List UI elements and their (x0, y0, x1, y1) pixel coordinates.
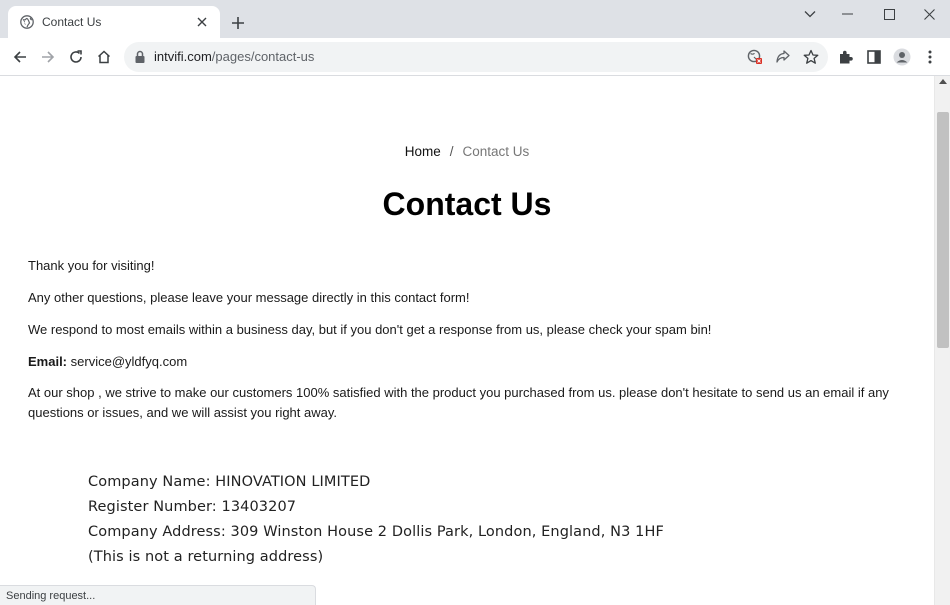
tab-strip: Contact Us (0, 0, 950, 38)
url-text: intvifi.com/pages/contact-us (154, 49, 314, 64)
email-address[interactable]: service@yldfyq.com (71, 354, 188, 369)
status-bubble: Sending request... (0, 585, 316, 605)
satisfaction-text-line2: questions or issues, and we will assist … (28, 405, 338, 420)
breadcrumb-home-link[interactable]: Home (405, 144, 441, 159)
maximize-icon[interactable] (875, 4, 903, 24)
company-address-note: (This is not a returning address) (88, 549, 324, 565)
page-viewport: Home / Contact Us Contact Us Thank you for… (0, 76, 934, 605)
browser-toolbar: intvifi.com/pages/contact-us (0, 38, 950, 76)
email-label: Email: (28, 354, 68, 369)
tab-title: Contact Us (42, 15, 102, 29)
questions-text: Any other questions, please leave your m… (28, 290, 470, 305)
globe-icon (20, 15, 34, 29)
extensions-icon[interactable] (834, 45, 858, 69)
share-icon[interactable] (772, 46, 794, 68)
company-register-number: Register Number: 13403207 (88, 499, 297, 515)
address-bar[interactable]: intvifi.com/pages/contact-us (124, 42, 828, 72)
breadcrumb: Home / Contact Us (0, 144, 934, 159)
page-title: Contact Us (382, 186, 552, 222)
vertical-scrollbar[interactable] (934, 76, 950, 605)
back-icon[interactable] (8, 45, 32, 69)
breadcrumb-current: Contact Us (462, 144, 530, 159)
url-domain: intvifi.com (154, 49, 212, 64)
scroll-up-arrow[interactable] (939, 79, 947, 84)
close-icon[interactable] (194, 14, 210, 30)
url-path: /pages/contact-us (211, 49, 315, 64)
minimize-icon[interactable] (834, 4, 862, 24)
lock-icon[interactable] (134, 50, 146, 64)
plus-icon[interactable] (228, 13, 248, 33)
chevron-down-icon[interactable] (796, 4, 824, 24)
scroll-thumb[interactable] (937, 112, 949, 348)
company-address: Company Address: 309 Winston House 2 Dol… (88, 524, 664, 540)
respond-text: We respond to most emails within a busin… (28, 322, 712, 337)
satisfaction-text-line1: At our shop , we strive to make our cust… (28, 385, 889, 400)
tab-contact-us[interactable]: Contact Us (8, 6, 220, 38)
profile-icon[interactable] (890, 45, 914, 69)
home-icon[interactable] (92, 45, 116, 69)
breadcrumb-separator: / (449, 144, 454, 159)
side-panel-icon[interactable] (862, 45, 886, 69)
company-name: Company Name: HINOVATION LIMITED (88, 474, 371, 490)
menu-icon[interactable] (918, 45, 942, 69)
window-close-icon[interactable] (915, 4, 943, 24)
email-line: Email: service@yldfyq.com (28, 352, 187, 372)
forward-icon[interactable] (36, 45, 60, 69)
blocked-site-icon[interactable] (744, 46, 766, 68)
thanks-text: Thank you for visiting! (28, 258, 155, 273)
star-icon[interactable] (800, 46, 822, 68)
reload-icon[interactable] (64, 45, 88, 69)
